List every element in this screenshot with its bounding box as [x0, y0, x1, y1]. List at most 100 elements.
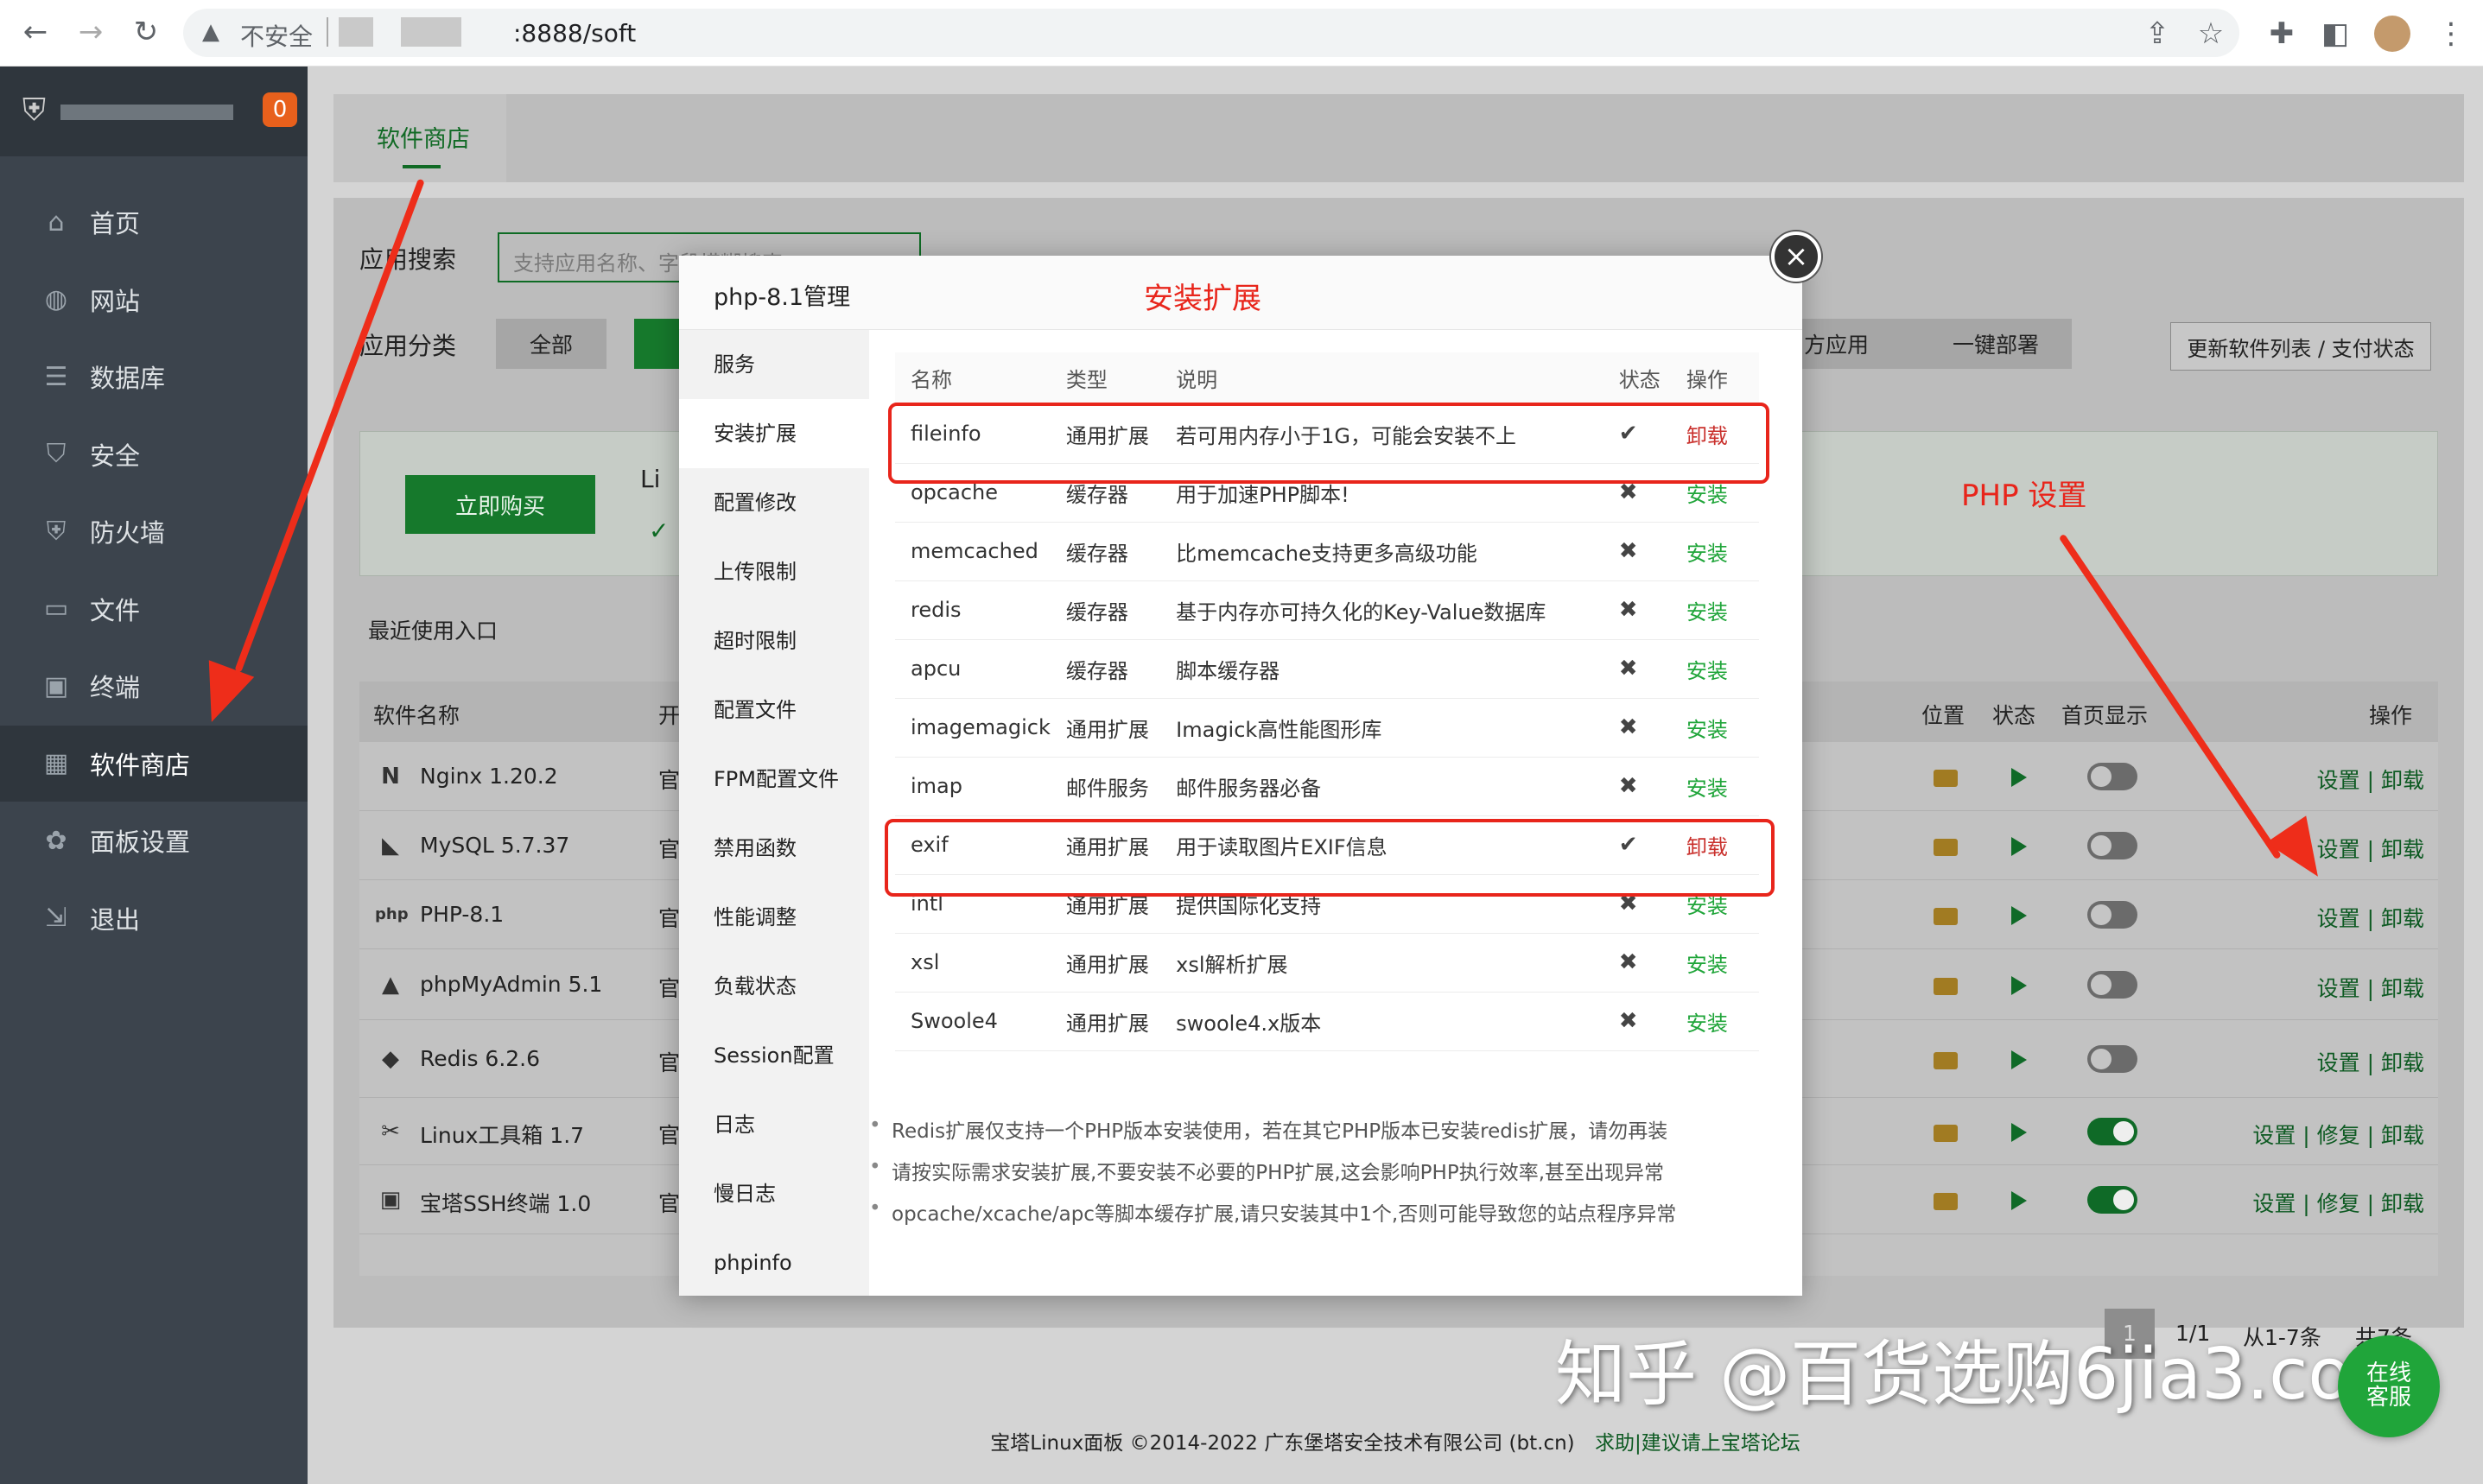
sidebar-item-8[interactable]: ✿ 面板设置 [0, 802, 308, 878]
dialog-menu-item[interactable]: 配置修改 [679, 468, 869, 537]
share-icon[interactable]: ⇪ [2139, 16, 2175, 52]
ext-status: ✖ [1603, 757, 1671, 816]
dialog-menu-item[interactable]: 负载状态 [679, 952, 869, 1021]
folder-icon[interactable] [1934, 1193, 1958, 1210]
buy-now-button[interactable]: 立即购买 [405, 475, 595, 534]
forward-icon[interactable]: → [71, 12, 111, 52]
category-all[interactable]: 全部 [496, 319, 606, 369]
folder-icon[interactable] [1934, 770, 1958, 787]
home-display-toggle[interactable] [2087, 901, 2137, 929]
row-actions[interactable]: 设置 | 卸载 [2317, 764, 2424, 795]
sidebar-item-1[interactable]: ◍ 网站 [0, 262, 308, 338]
ext-desc: xsl解析扩展 [1160, 933, 1603, 993]
nginx-icon: N [381, 764, 400, 790]
avatar[interactable] [2374, 16, 2410, 52]
home-display-toggle[interactable] [2087, 1045, 2137, 1073]
ext-action[interactable]: 安装 [1670, 639, 1759, 699]
extension-header: 名称 类型 说明 状态 操作 [895, 352, 1759, 405]
play-icon[interactable] [2011, 906, 2027, 925]
sidebar-item-label: 面板设置 [90, 828, 191, 857]
dialog-header: php-8.1管理 安装扩展 [679, 256, 1802, 330]
notification-badge[interactable]: 0 [263, 92, 297, 127]
dialog-menu-item[interactable]: 超时限制 [679, 606, 869, 675]
dialog-menu-item[interactable]: 配置文件 [679, 675, 869, 745]
sidebar-item-7[interactable]: ▦ 软件商店 [0, 725, 308, 802]
ext-type: 缓存器 [1050, 639, 1161, 699]
update-list-button[interactable]: 更新软件列表 / 支付状态 [2170, 322, 2431, 371]
home-display-toggle[interactable] [2087, 832, 2137, 859]
home-display-toggle[interactable] [2087, 1186, 2137, 1214]
ext-action[interactable]: 安装 [1670, 580, 1759, 640]
play-icon[interactable] [2011, 1050, 2027, 1069]
sidebar-item-3[interactable]: ⛉ 安全 [0, 416, 308, 492]
sidebar-item-6[interactable]: ▣ 终端 [0, 648, 308, 724]
extension-row: Swoole4 通用扩展 swoole4.x版本 ✖ 安装 [895, 992, 1759, 1051]
row-actions[interactable]: 设置 | 卸载 [2317, 972, 2424, 1003]
play-icon[interactable] [2011, 837, 2027, 856]
menu-icon[interactable]: ⋮ [2433, 16, 2469, 52]
category-one-click-deploy[interactable]: 一键部署 [1920, 319, 2072, 369]
logo-icon: ⛨ [22, 92, 47, 128]
reload-icon[interactable]: ↻ [126, 12, 166, 52]
grid-icon: ▦ [43, 748, 69, 778]
tab-bar: 软件商店 [333, 94, 2464, 182]
row-actions[interactable]: 设置 | 卸载 [2317, 1046, 2424, 1077]
star-icon[interactable]: ☆ [2193, 16, 2229, 52]
folder-icon[interactable] [1934, 1125, 1958, 1142]
dialog-menu-item[interactable]: 性能调整 [679, 883, 869, 952]
folder-icon[interactable] [1934, 978, 1958, 995]
dialog-tip: opcache/xcache/apc等脚本缓存扩展,请只安装其中1个,否则可能导… [869, 1197, 1676, 1227]
close-icon[interactable]: × [1771, 231, 1821, 282]
ext-desc: Imagick高性能图形库 [1160, 698, 1603, 758]
ext-name: redis [895, 580, 1051, 640]
ext-action[interactable]: 安装 [1670, 992, 1759, 1051]
address-bar[interactable]: ▲ 不安全 :8888/soft [183, 9, 2239, 57]
sidebar-item-2[interactable]: ☰ 数据库 [0, 339, 308, 415]
sidebar-item-0[interactable]: ⌂ 首页 [0, 184, 308, 260]
dialog-menu-item[interactable]: FPM配置文件 [679, 745, 869, 814]
sidepanel-icon[interactable]: ◧ [2317, 16, 2353, 52]
redacted-host [401, 17, 461, 47]
category-third-party[interactable]: 方应用 [1781, 319, 1934, 369]
folder-icon[interactable] [1934, 839, 1958, 856]
dialog-menu-item[interactable]: 服务 [679, 330, 869, 399]
forum-link[interactable]: 求助|建议请上宝塔论坛 [1595, 1432, 1800, 1455]
home-display-toggle[interactable] [2087, 763, 2137, 790]
folder-icon[interactable] [1934, 908, 1958, 925]
folder-icon[interactable] [1934, 1052, 1958, 1069]
home-display-toggle[interactable] [2087, 971, 2137, 999]
ext-action[interactable]: 安装 [1670, 522, 1759, 581]
play-icon[interactable] [2011, 976, 2027, 995]
sidebar-item-9[interactable]: ⇲ 退出 [0, 880, 308, 956]
software-name: 宝塔SSH终端 1.0 [420, 1191, 592, 1216]
sidebar-item-label: 防火墙 [90, 518, 166, 548]
row-actions[interactable]: 设置 | 修复 | 卸载 [2252, 1187, 2424, 1218]
ext-status: ✖ [1603, 698, 1671, 758]
footer: 宝塔Linux面板 ©2014-2022 广东堡塔安全技术有限公司 (bt.cn… [308, 1426, 2483, 1455]
support-button[interactable]: 在线客服 [2338, 1335, 2440, 1437]
play-icon[interactable] [2011, 1123, 2027, 1142]
dialog-menu-item[interactable]: 日志 [679, 1090, 869, 1159]
dialog-menu-item[interactable]: 慢日志 [679, 1159, 869, 1228]
play-icon[interactable] [2011, 1191, 2027, 1210]
tab-software-store[interactable]: 软件商店 [333, 94, 506, 182]
url-text: :8888/soft [513, 19, 637, 48]
redacted-brand [60, 105, 233, 120]
sidebar-item-label: 退出 [90, 904, 141, 935]
dialog-menu-item[interactable]: 上传限制 [679, 537, 869, 606]
play-icon[interactable] [2011, 768, 2027, 787]
ext-action[interactable]: 安装 [1670, 933, 1759, 993]
ext-action[interactable]: 安装 [1670, 698, 1759, 758]
row-actions[interactable]: 设置 | 卸载 [2317, 902, 2424, 933]
dialog-menu-item[interactable]: phpinfo [679, 1228, 869, 1297]
sidebar-item-4[interactable]: ⛨ 防火墙 [0, 493, 308, 569]
ext-action[interactable]: 安装 [1670, 757, 1759, 816]
dialog-menu-item[interactable]: 安装扩展 [679, 399, 869, 468]
row-actions[interactable]: 设置 | 修复 | 卸载 [2252, 1119, 2424, 1150]
dialog-menu-item[interactable]: 禁用函数 [679, 814, 869, 883]
category-selected[interactable] [634, 319, 686, 369]
back-icon[interactable]: ← [16, 12, 55, 52]
extensions-icon[interactable]: ✚ [2264, 16, 2300, 52]
dialog-menu-item[interactable]: Session配置 [679, 1021, 869, 1090]
home-display-toggle[interactable] [2087, 1118, 2137, 1145]
